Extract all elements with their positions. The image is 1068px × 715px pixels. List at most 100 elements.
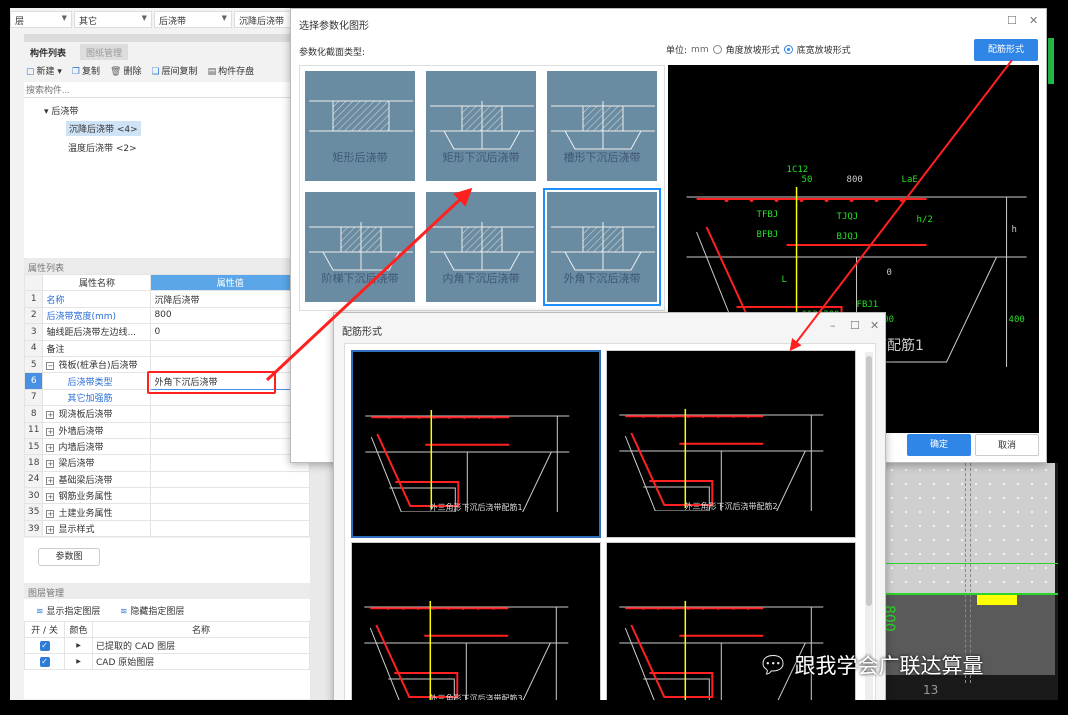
property-name: 备注 xyxy=(46,344,65,355)
property-value[interactable] xyxy=(150,519,310,538)
property-value[interactable] xyxy=(150,437,310,456)
radio-width-selected[interactable] xyxy=(783,45,793,54)
scrollbar-thumb[interactable] xyxy=(866,356,872,606)
rebar-form-caption: 外三角形下沉后浇带配筋2 xyxy=(684,502,778,511)
property-value[interactable]: 沉降后浇带 xyxy=(150,290,310,308)
property-row[interactable]: 39 + 显示样式 xyxy=(23,519,310,538)
property-row[interactable]: 11 + 外墙后浇带 xyxy=(23,421,310,439)
shape-option[interactable]: 矩形下沉后浇带 xyxy=(425,70,537,182)
property-row[interactable]: 30 + 钢筋业务属性 xyxy=(23,487,310,505)
property-value[interactable] xyxy=(150,421,310,439)
rebar-form-option[interactable]: 外三角形下沉后浇带配筋2 xyxy=(606,350,856,538)
maximize-icon[interactable]: ☐ xyxy=(1007,14,1017,27)
component-search-input[interactable] xyxy=(24,82,310,98)
property-row[interactable]: 24 + 基础梁后浇带 xyxy=(23,470,310,489)
cad-label: LaE xyxy=(902,175,918,185)
expand-icon[interactable]: + xyxy=(46,427,55,436)
layer-checkbox[interactable]: ✓ xyxy=(39,640,50,651)
radio-angle[interactable] xyxy=(712,45,722,54)
rebar-form-button[interactable]: 配筋形式 xyxy=(974,39,1038,61)
category-dropdown[interactable]: 其它 ▼ xyxy=(74,11,152,28)
property-row[interactable]: 4 备注 xyxy=(23,339,310,357)
tree-item-selected[interactable]: 沉降后浇带 <4> xyxy=(66,121,141,136)
rebar-dot xyxy=(749,198,754,202)
rebar-dot xyxy=(774,198,779,202)
property-name: 外墙后浇带 xyxy=(58,426,104,437)
shape-thumbnail-icon xyxy=(430,222,534,271)
row-number: 18 xyxy=(23,454,44,472)
expand-icon[interactable]: + xyxy=(46,460,55,469)
expand-icon[interactable]: ▶ xyxy=(64,637,93,654)
property-row[interactable]: 3 轴线距后浇带左边线... 0 xyxy=(23,323,310,341)
property-value[interactable] xyxy=(150,487,310,505)
tab-component-list[interactable]: 构件列表 xyxy=(24,44,73,60)
copy-button[interactable]: ❐ 复制 xyxy=(72,64,100,77)
close-icon[interactable]: ✕ xyxy=(1029,14,1038,27)
expand-icon[interactable]: + xyxy=(46,493,55,502)
tree-item[interactable]: 温度后浇带 <2> xyxy=(68,141,137,154)
chevron-down-icon: ▼ xyxy=(61,14,67,22)
shape-label: 阶梯下沉后浇带 xyxy=(321,272,399,285)
new-button[interactable]: ▢ 新建 ▾ xyxy=(26,64,62,77)
maximize-icon[interactable]: ☐ xyxy=(850,319,860,332)
shape-option[interactable]: 外角下沉后浇带 xyxy=(543,188,661,306)
delete-button[interactable]: 🗑︎ 删除 xyxy=(110,64,141,77)
property-value[interactable]: 800 xyxy=(150,306,310,325)
expand-icon[interactable]: + xyxy=(46,444,55,453)
dialog-title: 配筋形式 xyxy=(342,327,382,338)
layer-checkbox[interactable]: ✓ xyxy=(39,656,50,667)
close-icon[interactable]: ✕ xyxy=(870,319,879,332)
save-component-button[interactable]: ▤ 构件存盘 xyxy=(208,64,255,77)
property-value[interactable]: 0 xyxy=(150,323,310,341)
expand-icon[interactable]: + xyxy=(46,411,55,420)
cancel-button[interactable]: 取消 xyxy=(975,434,1039,456)
property-value[interactable] xyxy=(150,405,310,423)
tab-drawing-management[interactable]: 图纸管理 xyxy=(80,44,129,60)
shape-label: 矩形下沉后浇带 xyxy=(442,151,520,164)
row-number: 5 xyxy=(23,355,44,374)
rebar-form-option[interactable]: 外三角形下沉后浇带配筋1 xyxy=(351,350,601,538)
expand-icon[interactable]: + xyxy=(46,509,55,518)
hide-layer-button[interactable]: ≋ 隐藏指定图层 xyxy=(120,604,184,617)
shape-label: 内角下沉后浇带 xyxy=(442,272,520,285)
shape-grid: 矩形后浇带 矩形下沉后浇带 槽形下沉后浇带 阶梯下沉后浇带 内角下沉后浇带 外角… xyxy=(299,65,665,311)
unit-label: 单位: xyxy=(666,46,688,56)
shape-option[interactable]: 矩形后浇带 xyxy=(304,70,416,182)
shape-option[interactable]: 阶梯下沉后浇带 xyxy=(304,191,416,303)
ok-button[interactable]: 确定 xyxy=(907,434,971,456)
type-dropdown[interactable]: 后浇带 ▼ xyxy=(154,11,232,28)
rebar-dot xyxy=(717,607,720,610)
floor-dropdown[interactable]: 层 ▼ xyxy=(10,11,72,28)
property-row[interactable]: 8 + 现浇板后浇带 xyxy=(23,405,310,423)
property-value[interactable] xyxy=(150,503,310,521)
tree-group[interactable]: ▾ 后浇带 xyxy=(44,104,78,117)
property-row[interactable]: 2 后浇带宽度(mm) 800 xyxy=(23,306,310,325)
rebar-dot xyxy=(657,415,660,418)
property-value[interactable] xyxy=(150,339,310,357)
shape-option[interactable]: 内角下沉后浇带 xyxy=(425,191,537,303)
floor-copy-button[interactable]: ❏ 层间复制 xyxy=(151,64,197,77)
param-diagram-button[interactable]: 参数图 xyxy=(38,548,100,566)
property-row[interactable]: 1 名称 沉降后浇带 xyxy=(23,290,310,308)
rebar-dot xyxy=(463,416,466,419)
scrollbar[interactable] xyxy=(865,352,873,700)
expand-icon[interactable]: ▶ xyxy=(64,653,93,670)
rebar-dot xyxy=(403,416,406,419)
expand-icon[interactable]: + xyxy=(46,526,55,535)
property-row[interactable]: 18 + 梁后浇带 xyxy=(23,454,310,472)
layers-icon: ≋ xyxy=(36,607,44,617)
show-layer-button[interactable]: ≋ 显示指定图层 xyxy=(36,604,100,617)
col-property-value: 属性值 xyxy=(150,273,310,292)
collapse-icon[interactable]: − xyxy=(46,362,55,371)
rebar-form-option[interactable]: 外三角形下沉后浇带配筋3 xyxy=(351,542,601,700)
property-value[interactable] xyxy=(150,470,310,489)
minimize-icon[interactable]: – xyxy=(830,319,836,332)
property-row[interactable]: 35 + 土建业务属性 xyxy=(23,503,310,521)
property-name: 轴线距后浇带左边线... xyxy=(46,328,137,339)
shape-option[interactable]: 槽形下沉后浇带 xyxy=(546,70,658,182)
property-value[interactable] xyxy=(150,454,310,472)
property-row[interactable]: 15 + 内墙后浇带 xyxy=(23,437,310,456)
cad-label: 400 xyxy=(1009,315,1025,325)
rebar-dot xyxy=(687,607,690,610)
expand-icon[interactable]: + xyxy=(46,476,55,485)
